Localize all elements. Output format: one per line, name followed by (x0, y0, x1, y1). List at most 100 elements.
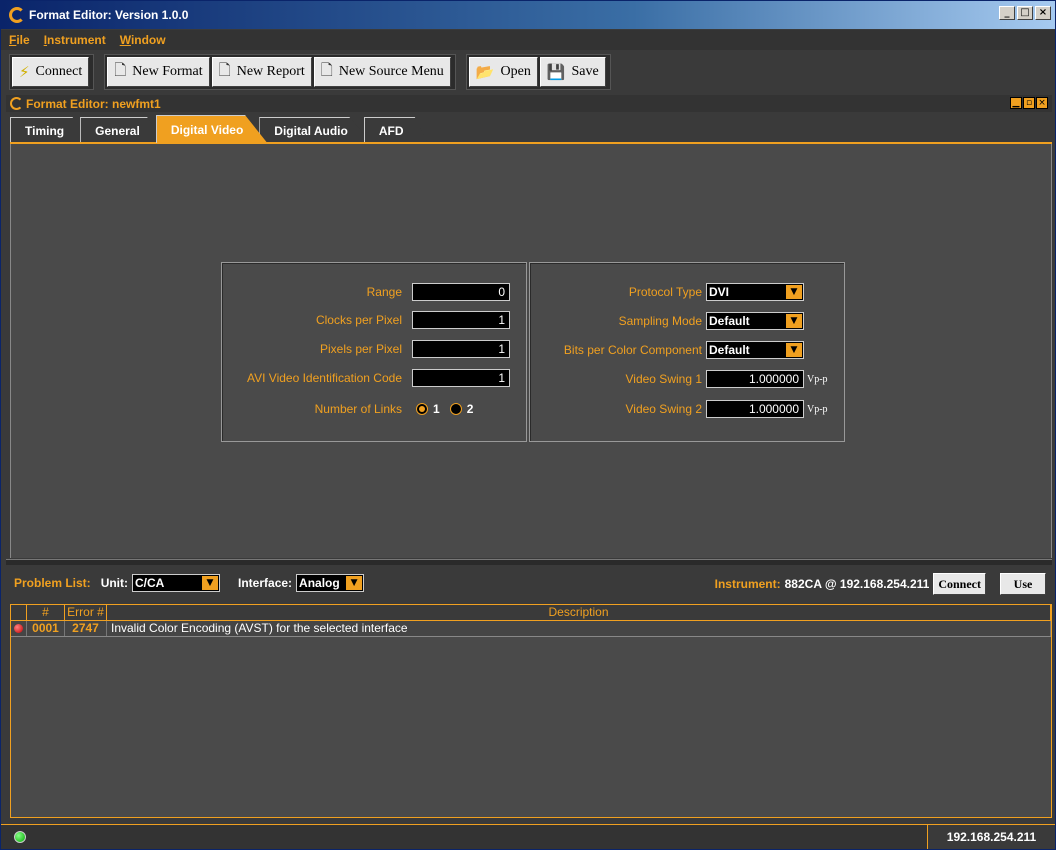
save-button[interactable]: 💾 Save (539, 57, 606, 87)
sampling-value: Default (709, 314, 750, 328)
toolbar: ⚡ Connect 🗋 New Format 🗋 New Report 🗋 Ne… (1, 51, 1055, 93)
editor-minimize-icon[interactable]: ▁ (1010, 97, 1022, 109)
menu-file[interactable]: File (9, 33, 30, 47)
chevron-down-icon[interactable]: ▼ (785, 284, 803, 300)
save-label: Save (571, 64, 599, 79)
maximize-button[interactable]: □ (1017, 6, 1033, 20)
editor-titlebar: Format Editor: newfmt1 ▁ ▫ × (6, 95, 1052, 112)
tab-afd[interactable]: AFD (363, 117, 428, 143)
swing2-unit: Vp-p (807, 403, 828, 415)
left-settings-panel: Range 0 Clocks per Pixel 1 Pixels per Pi… (221, 262, 527, 442)
folder-open-icon: 📂 (475, 63, 495, 81)
instrument-connect-button[interactable]: Connect (933, 573, 986, 595)
close-button[interactable]: × (1035, 6, 1051, 20)
connect-button[interactable]: ⚡ Connect (12, 57, 90, 87)
pixels-label: Pixels per Pixel (319, 342, 402, 356)
status-ip: 192.168.254.211 (927, 825, 1055, 849)
right-settings-panel: Protocol Type DVI ▼ Sampling Mode Defaul… (529, 262, 845, 442)
error-status-icon (14, 624, 23, 633)
pixels-input[interactable]: 1 (412, 340, 510, 358)
pixels-row: Pixels per Pixel 1 (232, 340, 510, 358)
open-button[interactable]: 📂 Open (468, 57, 538, 87)
protocol-value: DVI (709, 285, 730, 299)
links-row: Number of Links 1 2 (232, 400, 483, 418)
description-column-header[interactable]: Description (107, 605, 1051, 620)
error-column-header[interactable]: Error # (65, 605, 107, 620)
digital-video-content: Range 0 Clocks per Pixel 1 Pixels per Pi… (10, 144, 1052, 558)
unit-select[interactable]: C/CA ▼ (132, 574, 221, 592)
use-button[interactable]: Use (1000, 573, 1046, 595)
row-description-cell: Invalid Color Encoding (AVST) for the se… (107, 621, 1051, 636)
new-source-menu-label: New Source Menu (338, 64, 444, 79)
editor-window-controls: ▁ ▫ × (1010, 97, 1048, 109)
new-report-button[interactable]: 🗋 New Report (211, 57, 312, 87)
protocol-select[interactable]: DVI ▼ (706, 283, 804, 301)
toolbar-group-file: 📂 Open 💾 Save (465, 54, 611, 90)
editor-logo-icon (10, 97, 23, 110)
new-format-label: New Format (132, 64, 203, 79)
chevron-down-icon[interactable]: ▼ (785, 313, 803, 329)
tab-general[interactable]: General (80, 117, 164, 143)
splitter[interactable] (6, 559, 1052, 565)
sampling-label: Sampling Mode (618, 314, 702, 328)
unit-value: C/CA (135, 576, 165, 590)
links-radio-2-label: 2 (466, 402, 474, 416)
editor-close-icon[interactable]: × (1036, 97, 1048, 109)
document-icon: 🗋 (218, 60, 231, 79)
range-label: Range (366, 285, 402, 299)
tab-bar: Timing General Digital Video Digital Aud… (10, 115, 428, 143)
connect-label: Connect (35, 64, 83, 79)
window-controls: _ □ × (999, 6, 1051, 20)
table-header: # Error # Description (11, 605, 1051, 621)
new-source-menu-button[interactable]: 🗋 New Source Menu (313, 57, 451, 87)
problem-list-toolbar: Problem List: Unit: C/CA ▼ Interface: An… (10, 567, 1052, 599)
toolbar-group-new: 🗋 New Format 🗋 New Report 🗋 New Source M… (104, 54, 456, 90)
toolbar-group-connect: ⚡ Connect (9, 54, 95, 90)
app-logo-icon (9, 7, 25, 23)
swing2-input[interactable]: 1.000000 (706, 400, 804, 418)
avi-row: AVI Video Identification Code 1 (222, 369, 510, 387)
problem-table: # Error # Description 0001 2747 Invalid … (10, 604, 1052, 818)
menu-instrument[interactable]: Instrument (44, 33, 106, 47)
minimize-button[interactable]: _ (999, 6, 1015, 20)
clocks-input[interactable]: 1 (412, 311, 510, 329)
lightning-icon: ⚡ (19, 63, 30, 81)
protocol-row: Protocol Type DVI ▼ (530, 283, 804, 301)
tab-timing[interactable]: Timing (10, 117, 89, 143)
number-column-header[interactable]: # (27, 605, 65, 620)
range-input[interactable]: 0 (412, 283, 510, 301)
tab-digital-video[interactable]: Digital Video (155, 115, 268, 143)
avi-input[interactable]: 1 (412, 369, 510, 387)
editor-restore-icon[interactable]: ▫ (1023, 97, 1035, 109)
app-window: Format Editor: Version 1.0.0 _ □ × File … (0, 0, 1056, 850)
swing1-label: Video Swing 1 (625, 372, 703, 386)
sampling-select[interactable]: Default ▼ (706, 312, 804, 330)
interface-value: Analog (299, 576, 340, 590)
window-titlebar: Format Editor: Version 1.0.0 _ □ × (1, 1, 1055, 29)
tab-digital-audio[interactable]: Digital Audio (259, 117, 372, 143)
new-report-label: New Report (236, 64, 305, 79)
range-row: Range 0 (232, 283, 510, 301)
window-title: Format Editor: Version 1.0.0 (29, 8, 189, 22)
new-format-button[interactable]: 🗋 New Format (107, 57, 210, 87)
table-row[interactable]: 0001 2747 Invalid Color Encoding (AVST) … (11, 621, 1051, 637)
connection-status-icon (14, 831, 26, 843)
bits-row: Bits per Color Component Default ▼ (530, 341, 804, 359)
bits-select[interactable]: Default ▼ (706, 341, 804, 359)
bits-label: Bits per Color Component (563, 343, 702, 357)
swing1-row: Video Swing 1 1.000000 Vp-p (530, 370, 828, 388)
chevron-down-icon[interactable]: ▼ (785, 342, 803, 358)
chevron-down-icon[interactable]: ▼ (201, 575, 220, 591)
interface-select[interactable]: Analog ▼ (296, 574, 365, 592)
links-radio-2[interactable] (449, 403, 462, 415)
links-radio-1[interactable] (416, 403, 428, 415)
editor-title: Format Editor: newfmt1 (26, 96, 161, 111)
links-label: Number of Links (314, 402, 402, 416)
menu-window[interactable]: Window (120, 33, 166, 47)
open-label: Open (500, 64, 531, 79)
chevron-down-icon[interactable]: ▼ (345, 575, 364, 591)
row-error-cell: 2747 (65, 621, 107, 636)
clocks-label: Clocks per Pixel (315, 313, 402, 327)
swing1-input[interactable]: 1.000000 (706, 370, 804, 388)
status-column-header (11, 605, 27, 620)
